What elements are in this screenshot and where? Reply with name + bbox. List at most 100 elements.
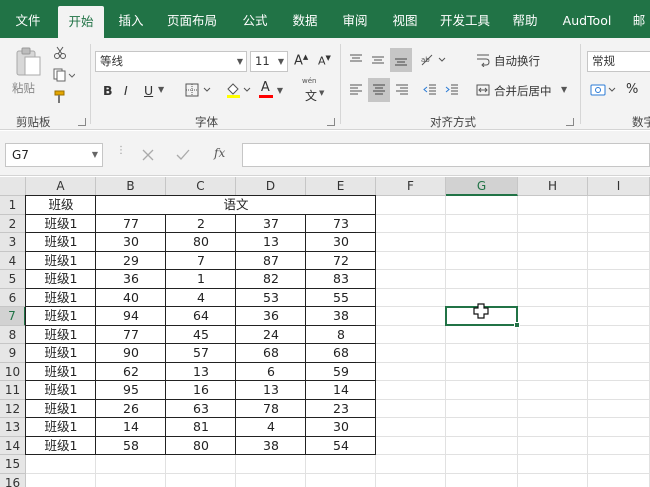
format-painter-icon[interactable] <box>50 88 70 106</box>
number-format-select[interactable]: 常规 <box>587 51 650 72</box>
wrap-text-button[interactable]: 自动换行 <box>494 53 540 69</box>
table-cell[interactable]: 55 <box>306 289 376 308</box>
table-cell[interactable]: 班级1 <box>26 400 96 419</box>
table-cell[interactable]: 班级1 <box>26 252 96 271</box>
row-header-1[interactable]: 1 <box>0 196 26 215</box>
align-top-button[interactable] <box>346 50 366 70</box>
table-cell[interactable]: 95 <box>96 381 166 400</box>
clipboard-launcher-icon[interactable] <box>78 118 86 126</box>
row-header-2[interactable]: 2 <box>0 214 26 233</box>
cancel-icon[interactable] <box>142 149 154 161</box>
tab-review[interactable]: 审阅 <box>332 0 378 38</box>
table-cell[interactable]: 班级1 <box>26 363 96 382</box>
copy-icon[interactable] <box>50 66 78 84</box>
row-header-12[interactable]: 12 <box>0 399 26 418</box>
table-cell[interactable]: 4 <box>236 418 306 437</box>
table-cell[interactable]: 62 <box>96 363 166 382</box>
table-cell[interactable]: 36 <box>96 270 166 289</box>
paste-button[interactable] <box>8 44 48 80</box>
font-size-select[interactable]: 11 ▼ <box>250 51 288 72</box>
table-cell[interactable]: 30 <box>306 233 376 252</box>
table-cell[interactable]: 68 <box>306 344 376 363</box>
row-header-16[interactable]: 16 <box>0 473 26 487</box>
chevron-down-icon[interactable]: ▼ <box>158 85 164 94</box>
table-cell[interactable]: 94 <box>96 307 166 326</box>
table-cell[interactable]: 63 <box>166 400 236 419</box>
table-cell[interactable]: 8 <box>306 326 376 345</box>
table-cell[interactable]: 班级1 <box>26 344 96 363</box>
chevron-down-icon[interactable]: ▼ <box>561 85 567 94</box>
tab-insert[interactable]: 插入 <box>108 0 154 38</box>
merged-header-chinese[interactable]: 语文 <box>96 196 376 215</box>
table-cell[interactable]: 29 <box>96 252 166 271</box>
table-cell[interactable]: 13 <box>236 381 306 400</box>
table-cell[interactable]: 58 <box>96 437 166 456</box>
table-cell[interactable]: 45 <box>166 326 236 345</box>
column-header-b[interactable]: B <box>96 177 166 196</box>
table-cell[interactable]: 班级1 <box>26 437 96 456</box>
enter-icon[interactable] <box>176 149 190 161</box>
table-cell[interactable]: 班级1 <box>26 307 96 326</box>
table-cell[interactable]: 38 <box>236 437 306 456</box>
italic-button[interactable]: I <box>124 83 128 98</box>
row-header-5[interactable]: 5 <box>0 270 26 289</box>
table-cell[interactable]: 73 <box>306 215 376 234</box>
table-cell[interactable]: 13 <box>166 363 236 382</box>
alignment-launcher-icon[interactable] <box>566 118 574 126</box>
column-header-c[interactable]: C <box>166 177 236 196</box>
row-header-3[interactable]: 3 <box>0 233 26 252</box>
table-cell[interactable]: 班级1 <box>26 289 96 308</box>
table-cell[interactable]: 班级1 <box>26 381 96 400</box>
table-cell[interactable]: 6 <box>236 363 306 382</box>
select-all-corner[interactable] <box>0 177 26 196</box>
header-cell-class[interactable]: 班级 <box>26 196 96 215</box>
table-cell[interactable]: 77 <box>96 215 166 234</box>
decrease-indent-button[interactable] <box>420 80 440 100</box>
fill-handle[interactable] <box>514 321 520 328</box>
borders-button[interactable] <box>184 82 214 98</box>
row-header-11[interactable]: 11 <box>0 381 26 400</box>
table-cell[interactable]: 78 <box>236 400 306 419</box>
orientation-button[interactable]: ab <box>418 50 450 70</box>
column-header-h[interactable]: H <box>518 177 588 196</box>
row-header-4[interactable]: 4 <box>0 251 26 270</box>
bold-button[interactable]: B <box>103 83 113 98</box>
align-bottom-button[interactable] <box>390 48 412 72</box>
worksheet-grid[interactable]: A B C D E F G H I 1 2 3 4 5 6 7 8 9 10 11 12 13 14 15 16 班级 语文 班级1 7… <box>0 177 650 487</box>
column-header-e[interactable]: E <box>306 177 376 196</box>
table-cell[interactable]: 36 <box>236 307 306 326</box>
row-header-10[interactable]: 10 <box>0 362 26 381</box>
tab-help[interactable]: 帮助 <box>502 0 548 38</box>
table-cell[interactable]: 23 <box>306 400 376 419</box>
align-center-button[interactable] <box>368 78 390 102</box>
align-middle-button[interactable] <box>368 50 388 70</box>
decrease-font-button[interactable]: A▼ <box>318 54 331 68</box>
table-cell[interactable]: 7 <box>166 252 236 271</box>
insert-function-button[interactable]: fx <box>214 146 225 160</box>
table-cell[interactable]: 80 <box>166 437 236 456</box>
row-header-15[interactable]: 15 <box>0 455 26 474</box>
row-header-7[interactable]: 7 <box>0 307 26 326</box>
table-cell[interactable]: 54 <box>306 437 376 456</box>
table-cell[interactable]: 30 <box>306 418 376 437</box>
tab-data[interactable]: 数据 <box>282 0 328 38</box>
table-cell[interactable]: 26 <box>96 400 166 419</box>
tab-mail[interactable]: 邮 <box>628 0 650 38</box>
column-header-f[interactable]: F <box>376 177 446 196</box>
table-cell[interactable]: 班级1 <box>26 233 96 252</box>
tab-home[interactable]: 开始 <box>58 6 104 38</box>
fill-color-button[interactable] <box>224 80 254 100</box>
table-cell[interactable]: 14 <box>96 418 166 437</box>
row-header-9[interactable]: 9 <box>0 344 26 363</box>
tab-audtool[interactable]: AudTool <box>552 0 622 38</box>
table-cell[interactable]: 64 <box>166 307 236 326</box>
phonetic-button[interactable]: wén 文 ▼ <box>298 77 328 103</box>
table-cell[interactable]: 2 <box>166 215 236 234</box>
formula-input[interactable] <box>242 143 650 167</box>
cut-icon[interactable] <box>50 44 70 62</box>
table-cell[interactable]: 班级1 <box>26 418 96 437</box>
tab-formulas[interactable]: 公式 <box>232 0 278 38</box>
table-cell[interactable]: 40 <box>96 289 166 308</box>
table-cell[interactable]: 37 <box>236 215 306 234</box>
align-right-button[interactable] <box>392 80 412 100</box>
